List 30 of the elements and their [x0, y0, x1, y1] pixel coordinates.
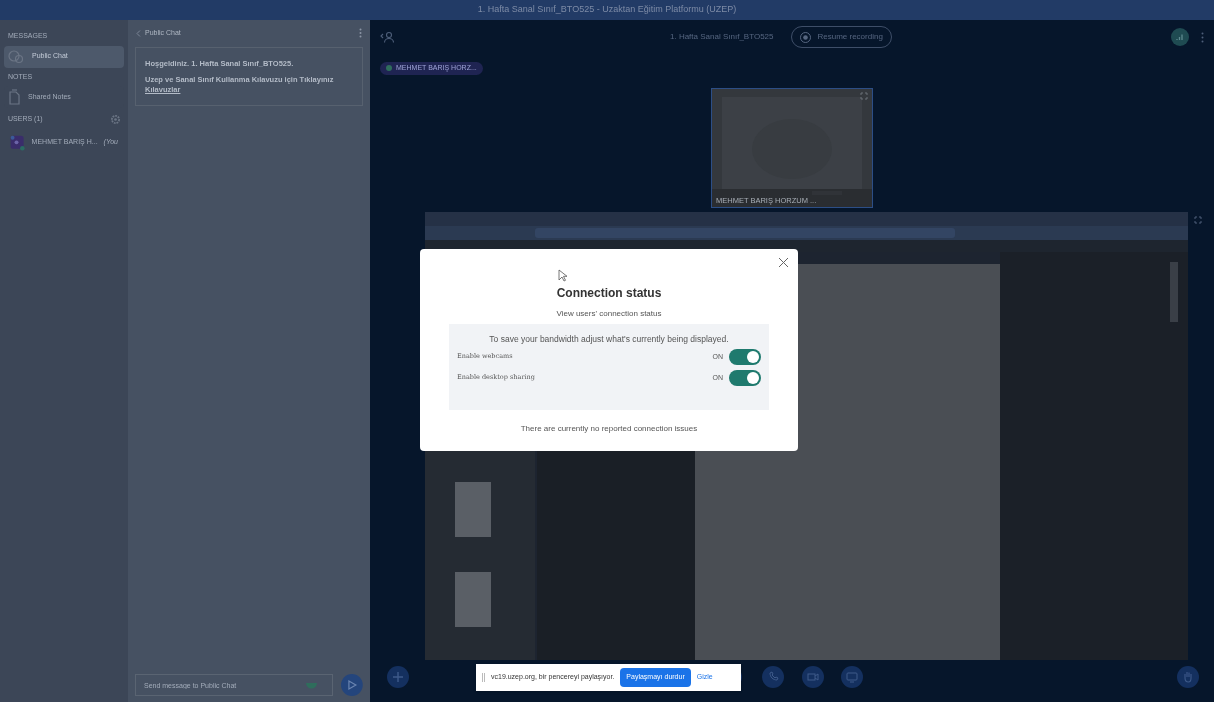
phone-button[interactable] — [762, 666, 784, 688]
talking-indicator-icon — [386, 65, 392, 71]
toggle-switch[interactable] — [729, 369, 761, 386]
more-icon[interactable] — [1201, 31, 1204, 43]
drag-handle-icon[interactable] — [482, 673, 485, 682]
user-list-toggle-icon[interactable] — [380, 31, 394, 43]
close-icon[interactable] — [778, 257, 789, 268]
window-title: 1. Hafta Sanal Sınıf_BTO525 - Uzaktan Eğitim Platformu (UZEP) — [477, 3, 737, 17]
meeting-title: 1. Hafta Sanal Sınıf_BTO525 — [670, 31, 774, 43]
dialog-footer-text: There are currently no reported connection issues — [520, 422, 698, 435]
fullscreen-icon[interactable] — [1194, 216, 1202, 224]
fullscreen-icon[interactable] — [860, 92, 868, 100]
camera-button[interactable] — [802, 666, 824, 688]
dialog-title: Connection status — [556, 285, 662, 302]
screen-share-button[interactable] — [841, 666, 863, 688]
dialog-subtitle: View users' connection status — [556, 308, 662, 320]
typing-indicator-icon — [306, 683, 317, 689]
cursor-icon — [558, 269, 568, 282]
add-button[interactable] — [387, 666, 409, 688]
document-icon — [8, 89, 20, 105]
chevron-left-icon — [136, 29, 141, 37]
raise-hand-button[interactable] — [1177, 666, 1199, 688]
settings-note: To save your bandwidth adjust what's currently being displayed. — [488, 333, 730, 346]
chat-bubbles-icon — [8, 49, 24, 64]
more-icon[interactable] — [359, 28, 362, 38]
record-icon — [800, 31, 812, 43]
toggle-switch[interactable] — [729, 348, 761, 365]
connection-status-icon[interactable] — [1171, 28, 1189, 46]
send-button[interactable] — [341, 674, 363, 696]
gear-icon[interactable] — [111, 114, 120, 124]
